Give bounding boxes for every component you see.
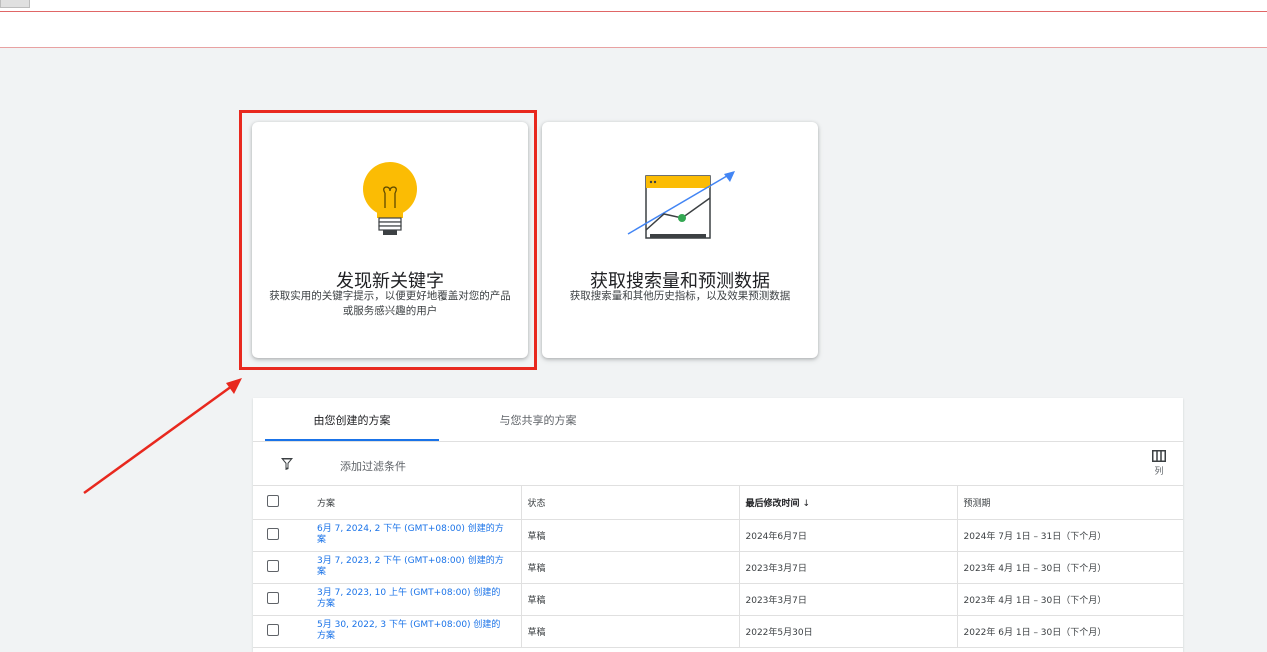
- filter-icon[interactable]: [280, 457, 294, 471]
- annotation-arrow: [83, 378, 242, 495]
- plan-link[interactable]: 3月 7, 2023, 10 上午 (GMT+08:00) 创建的方案: [317, 588, 521, 610]
- search-volume-forecast-card[interactable]: 获取搜索量和预测数据 获取搜索量和其他历史指标，以及效果预测数据: [542, 122, 818, 358]
- period-cell: 2023年 4月 1日 – 30日（下个月）: [957, 551, 1183, 584]
- plans-panel: 由您创建的方案 与您共享的方案 添加过滤条件 列 方案 状态 最后修改时间↓: [253, 398, 1183, 652]
- table-row: 5月 30, 2022, 3 下午 (GMT+08:00) 创建的方案 草稿 2…: [253, 615, 1183, 648]
- table-header-row: 方案 状态 最后修改时间 ↓ 预测期: [253, 486, 1183, 520]
- header-last-modified-label: 最后修改时间: [745, 498, 800, 509]
- header-last-modified[interactable]: 最后修改时间 ↓: [739, 486, 958, 520]
- status-cell: 草稿: [521, 551, 740, 584]
- row-checkbox[interactable]: [267, 591, 279, 604]
- active-tab-indicator: [265, 439, 439, 441]
- row-checkbox[interactable]: [267, 527, 279, 540]
- status-cell: 草稿: [521, 519, 740, 552]
- plan-link[interactable]: 5月 30, 2022, 3 下午 (GMT+08:00) 创建的方案: [317, 620, 521, 642]
- filter-bar: 添加过滤条件 列: [253, 442, 1183, 486]
- row-checkbox[interactable]: [267, 623, 279, 636]
- plan-link[interactable]: 3月 7, 2023, 2 下午 (GMT+08:00) 创建的方案: [317, 556, 521, 578]
- period-cell: 2024年 7月 1日 – 31日（下个月）: [957, 519, 1183, 552]
- lightbulb-icon: [252, 160, 528, 250]
- plans-table: 方案 状态 最后修改时间 ↓ 预测期 6月 7, 2024, 2 下午 (GMT+…: [253, 486, 1183, 648]
- header-status[interactable]: 状态: [521, 486, 740, 520]
- modified-cell: 2022年5月30日: [739, 615, 958, 648]
- period-cell: 2022年 6月 1日 – 30日（下个月）: [957, 615, 1183, 648]
- tab-shared-plans[interactable]: 与您共享的方案: [453, 398, 623, 442]
- add-filter-button[interactable]: 添加过滤条件: [340, 458, 406, 474]
- columns-icon: [1152, 450, 1166, 462]
- table-row: 3月 7, 2023, 10 上午 (GMT+08:00) 创建的方案 草稿 2…: [253, 583, 1183, 616]
- status-cell: 草稿: [521, 615, 740, 648]
- row-checkbox[interactable]: [267, 559, 279, 572]
- top-bar: [0, 0, 1267, 48]
- columns-button[interactable]: 列: [1149, 450, 1169, 480]
- modified-cell: 2024年6月7日: [739, 519, 958, 552]
- forecast-chart-icon: [542, 160, 818, 250]
- table-row: 3月 7, 2023, 2 下午 (GMT+08:00) 创建的方案 草稿 20…: [253, 551, 1183, 584]
- browser-tab-stub[interactable]: [0, 0, 30, 8]
- columns-label: 列: [1154, 467, 1164, 477]
- discover-keywords-card[interactable]: 发现新关键字 获取实用的关键字提示，以便更好地覆盖对您的产品或服务感兴趣的用户: [252, 122, 528, 358]
- status-cell: 草稿: [521, 583, 740, 616]
- card-description: 获取实用的关键字提示，以便更好地覆盖对您的产品或服务感兴趣的用户: [269, 290, 511, 317]
- plan-link[interactable]: 6月 7, 2024, 2 下午 (GMT+08:00) 创建的方案: [317, 524, 521, 546]
- modified-cell: 2023年3月7日: [739, 583, 958, 616]
- table-row: 6月 7, 2024, 2 下午 (GMT+08:00) 创建的方案 草稿 20…: [253, 519, 1183, 552]
- plans-tabs: 由您创建的方案 与您共享的方案: [253, 398, 1183, 442]
- modified-cell: 2023年3月7日: [739, 551, 958, 584]
- top-divider: [0, 11, 1267, 12]
- header-forecast-period[interactable]: 预测期: [957, 486, 1183, 520]
- period-cell: 2023年 4月 1日 – 30日（下个月）: [957, 583, 1183, 616]
- card-description: 获取搜索量和其他历史指标，以及效果预测数据: [569, 290, 791, 302]
- header-plan[interactable]: 方案: [305, 486, 522, 520]
- select-all-checkbox[interactable]: [267, 494, 279, 507]
- tab-my-plans[interactable]: 由您创建的方案: [265, 398, 439, 442]
- sort-arrow-icon: ↓: [802, 498, 811, 509]
